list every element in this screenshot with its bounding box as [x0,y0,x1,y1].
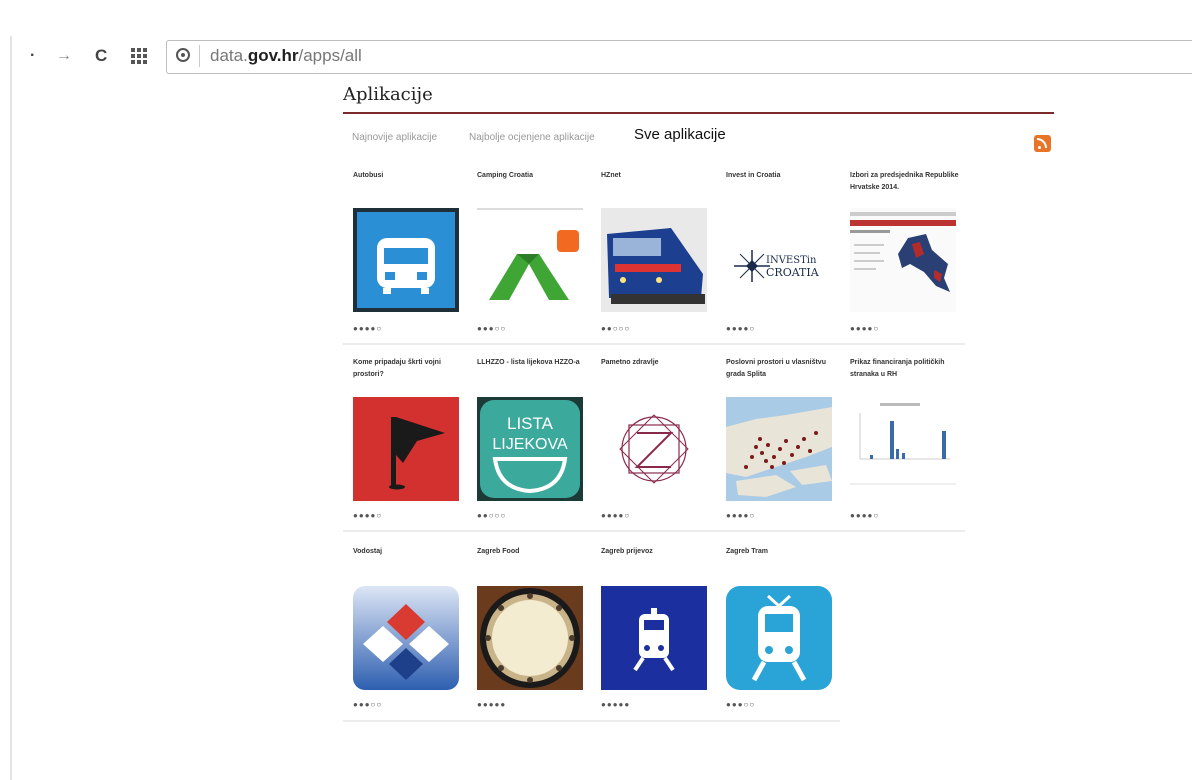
star-empty-icon[interactable]: ○ [500,324,506,333]
star-empty-icon[interactable]: ○ [376,324,382,333]
logo-text: LISTA [507,414,554,433]
train-photo-icon[interactable] [601,208,707,312]
back-icon[interactable]: · [30,46,35,66]
url-path: /apps/all [298,46,362,65]
app-name[interactable]: Invest in Croatia [726,170,838,182]
star-filled-icon[interactable]: ● [624,700,630,709]
app-name[interactable]: Zagreb Tram [726,546,838,558]
page-title: Aplikacije [343,84,433,105]
app-card: HZnet ●●○○○ [601,170,716,340]
star-empty-icon[interactable]: ○ [873,511,879,520]
rating-stars: ●●●●○ [726,511,755,521]
app-name[interactable]: Vodostaj [353,546,465,558]
rating-stars: ●●○○○ [601,324,630,334]
browser-toolbar: · → C data.gov.hr/apps/all [0,0,1192,86]
url-prefix: data. [210,46,248,65]
tab-newest[interactable]: Najnovije aplikacije [352,126,437,150]
election-map-icon[interactable] [850,208,956,312]
flag-icon[interactable] [353,397,459,501]
app-card: Pametno zdravlje ●●●●○ [601,357,716,527]
window-edge [10,36,12,780]
train-icon[interactable] [601,586,707,690]
z-logo-icon[interactable] [601,397,707,501]
bus-icon[interactable] [353,208,459,312]
lista-lijekova-icon[interactable]: LISTA LIJEKOVA [477,397,583,501]
row-divider [343,720,840,722]
rating-stars: ●●●●● [477,700,506,710]
app-name[interactable]: Kome pripadaju škrti vojni prostori? [353,357,465,381]
star-empty-icon[interactable]: ○ [873,324,879,333]
app-card: Izbori za predsjednika Republike Hrvatsk… [850,170,965,340]
site-info-icon[interactable] [176,48,190,62]
split-map-icon[interactable] [726,397,832,501]
address-bar-separator [199,45,200,67]
url-domain: gov.hr [247,46,299,65]
app-name[interactable]: Izbori za predsjednika Republike Hrvatsk… [850,170,962,194]
logo-text: CROATIA [766,266,820,279]
rating-stars: ●●●●○ [850,324,879,334]
logo-text: LIJEKOVA [492,436,568,453]
reload-icon[interactable]: C [95,46,107,66]
tab-top-rated[interactable]: Najbolje ocjenjene aplikacije [469,126,595,150]
app-card: Autobusi ●●●●○ [353,170,468,340]
app-card: Vodostaj ●●●○○ [353,546,468,716]
star-empty-icon[interactable]: ○ [624,511,630,520]
app-name[interactable]: Zagreb prijevoz [601,546,713,558]
app-name[interactable]: Zagreb Food [477,546,589,558]
app-card: Invest in Croatia INVESTin CROATIA ●●●●○ [726,170,841,340]
tab-all[interactable]: Sve aplikacije [634,125,726,145]
row-divider [343,343,965,345]
rating-stars: ●●●○○ [726,700,755,710]
bar-chart-icon[interactable] [850,397,956,501]
star-empty-icon[interactable]: ○ [749,324,755,333]
row-divider [343,530,965,532]
tram-icon[interactable] [726,586,832,690]
water-level-icon[interactable] [353,586,459,690]
tent-icon[interactable] [477,208,583,312]
app-name[interactable]: Autobusi [353,170,465,182]
rating-stars: ●●●●○ [353,511,382,521]
app-name[interactable]: Camping Croatia [477,170,589,182]
rating-stars: ●●●●○ [353,324,382,334]
star-filled-icon[interactable]: ● [500,700,506,709]
star-empty-icon[interactable]: ○ [376,700,382,709]
app-card: LLHZZO - lista lijekova HZZO-a LISTA LIJ… [477,357,592,527]
rating-stars: ●●●●○ [726,324,755,334]
rating-stars: ●●●●○ [850,511,879,521]
app-name[interactable]: Poslovni prostori u vlasništvu grada Spl… [726,357,838,381]
app-name[interactable]: LLHZZO - lista lijekova HZZO-a [477,357,589,369]
forward-icon[interactable]: → [56,46,72,66]
app-card: Zagreb Food ●●●●● [477,546,592,716]
app-name[interactable]: HZnet [601,170,713,182]
app-card: Zagreb Tram ●●●○○ [726,546,841,716]
rss-feed-icon[interactable] [1034,135,1051,152]
apps-grid-icon[interactable] [131,48,147,64]
app-card: Zagreb prijevoz ●●●●● [601,546,716,716]
invest-in-croatia-logo[interactable]: INVESTin CROATIA [726,208,832,312]
rating-stars: ●●●●● [601,700,630,710]
logo-text: INVESTin [766,255,817,266]
app-card: Camping Croatia ●●●○○ [477,170,592,340]
url-text[interactable]: data.gov.hr/apps/all [210,45,362,67]
rating-stars: ●●●○○ [353,700,382,710]
app-card: Kome pripadaju škrti vojni prostori? ●●●… [353,357,468,527]
rating-stars: ●●●○○ [477,324,506,334]
star-empty-icon[interactable]: ○ [500,511,506,520]
star-empty-icon[interactable]: ○ [376,511,382,520]
rating-stars: ●●●●○ [601,511,630,521]
star-empty-icon[interactable]: ○ [624,324,630,333]
app-name[interactable]: Prikaz financiranja političkih stranaka … [850,357,962,381]
title-divider [343,112,1054,114]
rating-stars: ●●○○○ [477,511,506,521]
app-name[interactable]: Pametno zdravlje [601,357,713,369]
app-card: Prikaz financiranja političkih stranaka … [850,357,965,527]
plate-icon[interactable] [477,586,583,690]
star-empty-icon[interactable]: ○ [749,700,755,709]
star-empty-icon[interactable]: ○ [749,511,755,520]
app-card: Poslovni prostori u vlasništvu grada Spl… [726,357,841,527]
